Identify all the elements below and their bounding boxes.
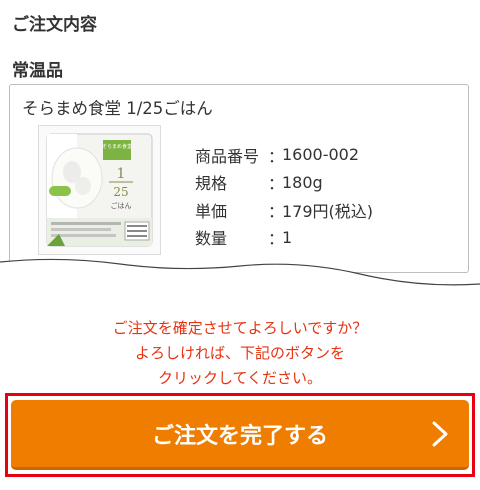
confirm-line: よろしければ、下記のボタンを bbox=[134, 344, 345, 362]
confirm-line: クリックしてください。 bbox=[157, 369, 323, 387]
torn-edge-divider bbox=[0, 258, 480, 290]
category-heading: 常温品 bbox=[12, 61, 63, 81]
svg-text:25: 25 bbox=[113, 185, 128, 199]
product-spec-list: 商品番号 ： 1600-002 規格 ： 180g 単価 ： 179円(税込) … bbox=[195, 141, 373, 251]
chevron-right-icon bbox=[432, 421, 448, 446]
spec-value: 1 bbox=[282, 227, 293, 247]
spec-colon: ： bbox=[268, 146, 285, 166]
complete-order-label: ご注文を完了する bbox=[151, 423, 328, 449]
rice-pack-image: そらまめ食堂 1 25 ごはん bbox=[38, 125, 161, 255]
order-item-card: そらまめ食堂 1/25ごはん そらまめ食堂 1 25 ごはん 商品番号 ： 16… bbox=[9, 84, 469, 273]
svg-text:1: 1 bbox=[117, 166, 126, 182]
spec-row-standard: 規格 ： 180g bbox=[195, 169, 373, 197]
spec-label: 規格 bbox=[195, 174, 228, 194]
spec-row-quantity: 数量 ： 1 bbox=[195, 224, 373, 252]
spec-label: 数量 bbox=[195, 229, 228, 249]
svg-text:そらまめ食堂: そらまめ食堂 bbox=[102, 143, 132, 150]
confirm-message: ご注文を確定させてよろしいですか？ よろしければ、下記のボタンを クリックしてく… bbox=[0, 316, 480, 391]
complete-order-button[interactable]: ご注文を完了する bbox=[11, 400, 469, 470]
confirm-line: ご注文を確定させてよろしいですか？ bbox=[112, 319, 368, 337]
spec-label: 商品番号 bbox=[195, 146, 260, 166]
spec-colon: ： bbox=[268, 174, 285, 194]
product-name: そらまめ食堂 1/25ごはん bbox=[22, 99, 213, 118]
spec-value: 1600-002 bbox=[282, 145, 360, 165]
spec-label: 単価 bbox=[195, 201, 228, 221]
spec-colon: ： bbox=[268, 229, 285, 249]
page-title: ご注文内容 bbox=[12, 15, 97, 35]
spec-value: 179円(税込) bbox=[282, 201, 374, 221]
svg-text:ごはん: ごはん bbox=[111, 201, 132, 210]
spec-row-product-number: 商品番号 ： 1600-002 bbox=[195, 141, 373, 169]
spec-row-unit-price: 単価 ： 179円(税込) bbox=[195, 196, 373, 224]
spec-value: 180g bbox=[282, 172, 323, 192]
spec-colon: ： bbox=[268, 201, 285, 221]
